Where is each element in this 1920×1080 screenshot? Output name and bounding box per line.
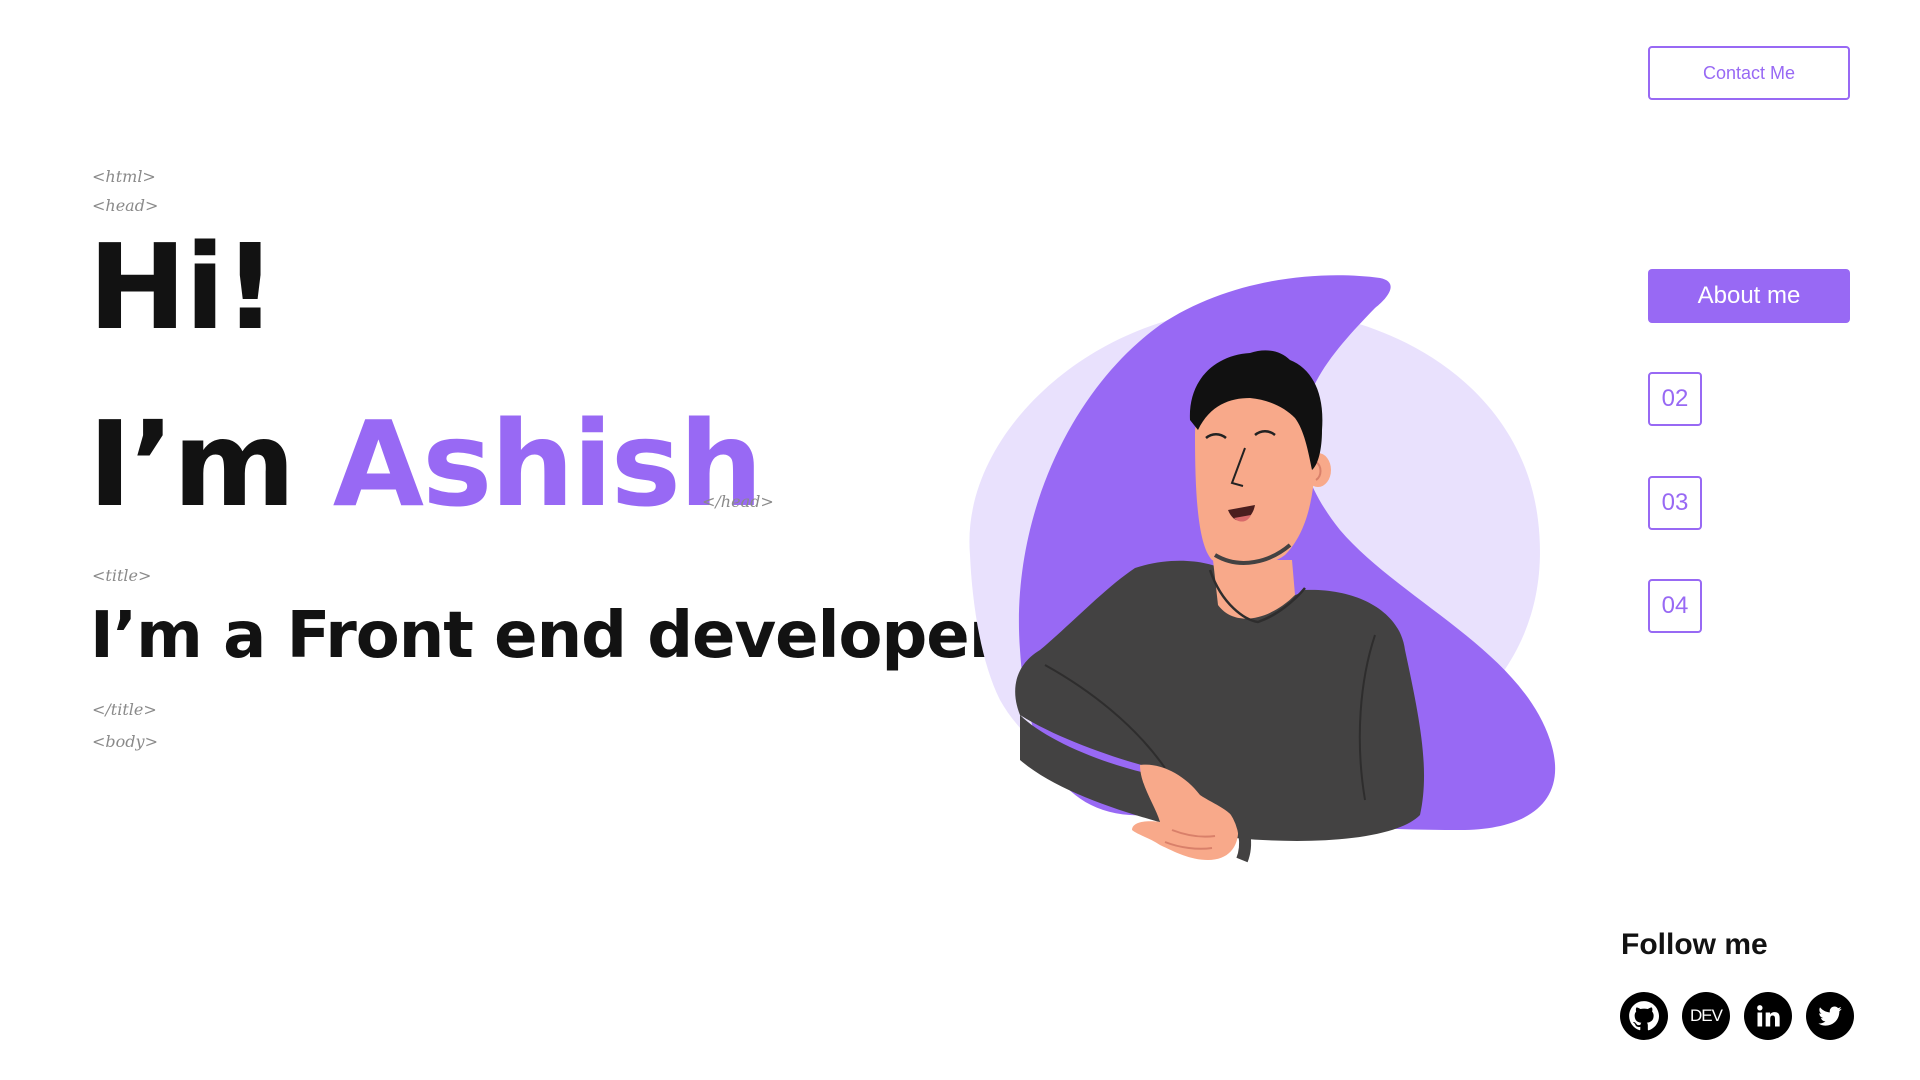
dev-icon: DEV xyxy=(1690,1006,1723,1025)
code-tag-html-open: <html> xyxy=(92,167,156,186)
code-tag-head-close: </head> xyxy=(702,492,774,511)
code-tag-title-close: </title> xyxy=(92,700,157,719)
follow-me-heading: Follow me xyxy=(1621,928,1768,961)
twitter-icon xyxy=(1818,1006,1842,1026)
intro-name: Ashish xyxy=(332,395,763,533)
contact-me-button[interactable]: Contact Me xyxy=(1648,46,1850,100)
greeting-heading: Hi! xyxy=(88,218,277,356)
nav-item-04[interactable]: 04 xyxy=(1648,579,1702,633)
twitter-link[interactable] xyxy=(1806,992,1854,1040)
code-tag-body-open: <body> xyxy=(92,732,158,751)
portfolio-page: Contact Me <html> <head> Hi! I’m Ashish … xyxy=(0,0,1920,1080)
github-link[interactable] xyxy=(1620,992,1668,1040)
nav-item-about-me[interactable]: About me xyxy=(1648,269,1850,323)
dev-link[interactable]: DEV xyxy=(1682,992,1730,1040)
code-tag-head-open: <head> xyxy=(92,196,159,215)
linkedin-icon xyxy=(1757,1005,1780,1027)
code-tag-title-open: <title> xyxy=(92,566,152,585)
intro-heading: I’m Ashish xyxy=(88,405,763,523)
role-heading: I’m a Front end developer xyxy=(90,599,1000,673)
nav-item-02[interactable]: 02 xyxy=(1648,372,1702,426)
intro-prefix: I’m xyxy=(88,395,333,533)
social-links: DEV xyxy=(1620,992,1854,1040)
nav-item-03[interactable]: 03 xyxy=(1648,476,1702,530)
linkedin-link[interactable] xyxy=(1744,992,1792,1040)
github-icon xyxy=(1629,1001,1660,1031)
developer-illustration xyxy=(969,275,1556,863)
